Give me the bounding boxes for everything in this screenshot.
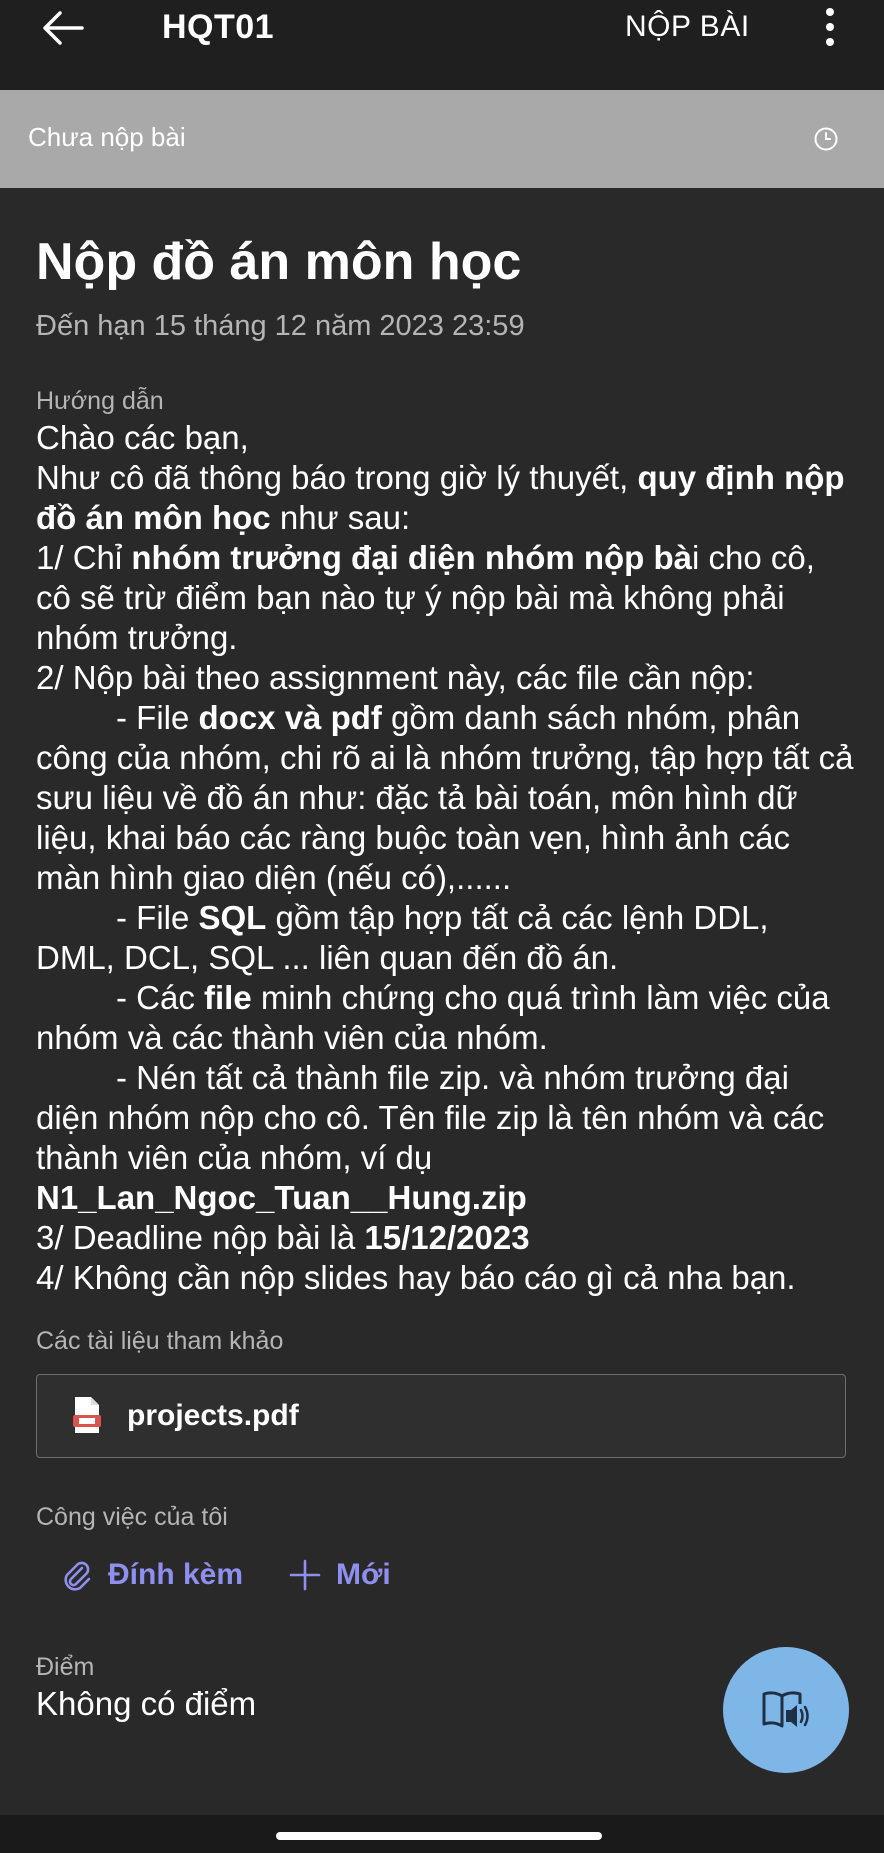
- reference-file-card[interactable]: projects.pdf: [36, 1374, 846, 1458]
- instruction-rule-1: 1/ Chỉ nhóm trưởng đại diện nhóm nộp bài…: [36, 538, 856, 658]
- more-vertical-icon: [818, 8, 842, 46]
- instruction-file-zip: - Nén tất cả thành file zip. và nhóm trư…: [36, 1058, 856, 1178]
- plus-icon: [289, 1559, 321, 1591]
- home-indicator[interactable]: [276, 1832, 602, 1840]
- instruction-bold: docx và pdf: [198, 699, 382, 736]
- submission-status-text: Chưa nộp bài: [28, 122, 186, 152]
- new-button[interactable]: Mới: [288, 1558, 391, 1592]
- submit-button[interactable]: NỘP BÀI: [625, 10, 750, 44]
- arrow-left-icon: [43, 11, 84, 45]
- instruction-greeting: Chào các bạn,: [36, 419, 249, 456]
- pdf-file-icon: [73, 1397, 101, 1433]
- more-options-button[interactable]: [818, 8, 842, 48]
- instruction-text: - Các: [116, 979, 205, 1016]
- instruction-bold: file: [204, 979, 252, 1016]
- instruction-text: như sau:: [270, 499, 411, 536]
- top-app-bar: HQT01 NỘP BÀI: [0, 0, 884, 90]
- references-label: Các tài liệu tham khảo: [36, 1327, 284, 1355]
- instruction-intro: Như cô đã thông báo trong giờ lý thuyết,…: [36, 458, 856, 538]
- clock-icon: [814, 127, 838, 151]
- instruction-text: Như cô đã thông báo trong giờ lý thuyết,: [36, 459, 638, 496]
- paperclip-icon: [64, 1561, 91, 1591]
- new-label: Mới: [336, 1558, 391, 1591]
- instruction-text: - Nén tất cả thành file zip. và nhóm trư…: [36, 1059, 825, 1176]
- instruction-bold: SQL: [198, 899, 267, 936]
- instructions-body: Chào các bạn, Như cô đã thông báo trong …: [36, 418, 856, 1298]
- instruction-text: 1/ Chỉ: [36, 539, 132, 576]
- instruction-file-evidence: - Các file minh chứng cho quá trình làm …: [36, 978, 856, 1058]
- assignment-details: Nộp đồ án môn học Đến hạn 15 tháng 12 nă…: [36, 230, 856, 1724]
- attach-button[interactable]: Đính kèm: [60, 1558, 243, 1592]
- instruction-file-docx: - File docx và pdf gồm danh sách nhóm, p…: [36, 698, 856, 898]
- immersive-reader-button[interactable]: [723, 1647, 849, 1773]
- back-button[interactable]: [40, 8, 86, 48]
- instruction-zip-example: N1_Lan_Ngoc_Tuan__Hung.zip: [36, 1178, 856, 1218]
- instruction-rule-4: 4/ Không cần nộp slides hay báo cáo gì c…: [36, 1259, 796, 1296]
- attach-label: Đính kèm: [108, 1558, 244, 1591]
- instruction-rule-3: 3/ Deadline nộp bài là 15/12/2023: [36, 1218, 856, 1258]
- instruction-bold: 15/12/2023: [364, 1219, 530, 1256]
- instruction-bold: N1_Lan_Ngoc_Tuan__Hung.zip: [36, 1179, 527, 1216]
- instruction-text: - File: [116, 699, 199, 736]
- class-title: HQT01: [162, 8, 275, 46]
- immersive-reader-icon: [762, 1691, 809, 1728]
- instruction-file-sql: - File SQL gồm tập hợp tất cả các lệnh D…: [36, 898, 856, 978]
- instruction-text: - File: [116, 899, 199, 936]
- instruction-text: 3/ Deadline nộp bài là: [36, 1219, 365, 1256]
- instructions-label: Hướng dẫn: [36, 387, 164, 415]
- my-work-label: Công việc của tôi: [36, 1503, 228, 1531]
- instruction-bold: nhóm trưởng đại diện nhóm nộp bà: [131, 539, 693, 576]
- due-date: Đến hạn 15 tháng 12 năm 2023 23:59: [36, 310, 525, 342]
- reference-file-name: projects.pdf: [127, 1399, 299, 1432]
- submission-status-bar: Chưa nộp bài: [0, 90, 884, 188]
- instruction-rule-2: 2/ Nộp bài theo assignment này, các file…: [36, 659, 755, 696]
- my-work-actions: Đính kèm Mới: [36, 1558, 856, 1608]
- assignment-title: Nộp đồ án môn học: [36, 233, 522, 291]
